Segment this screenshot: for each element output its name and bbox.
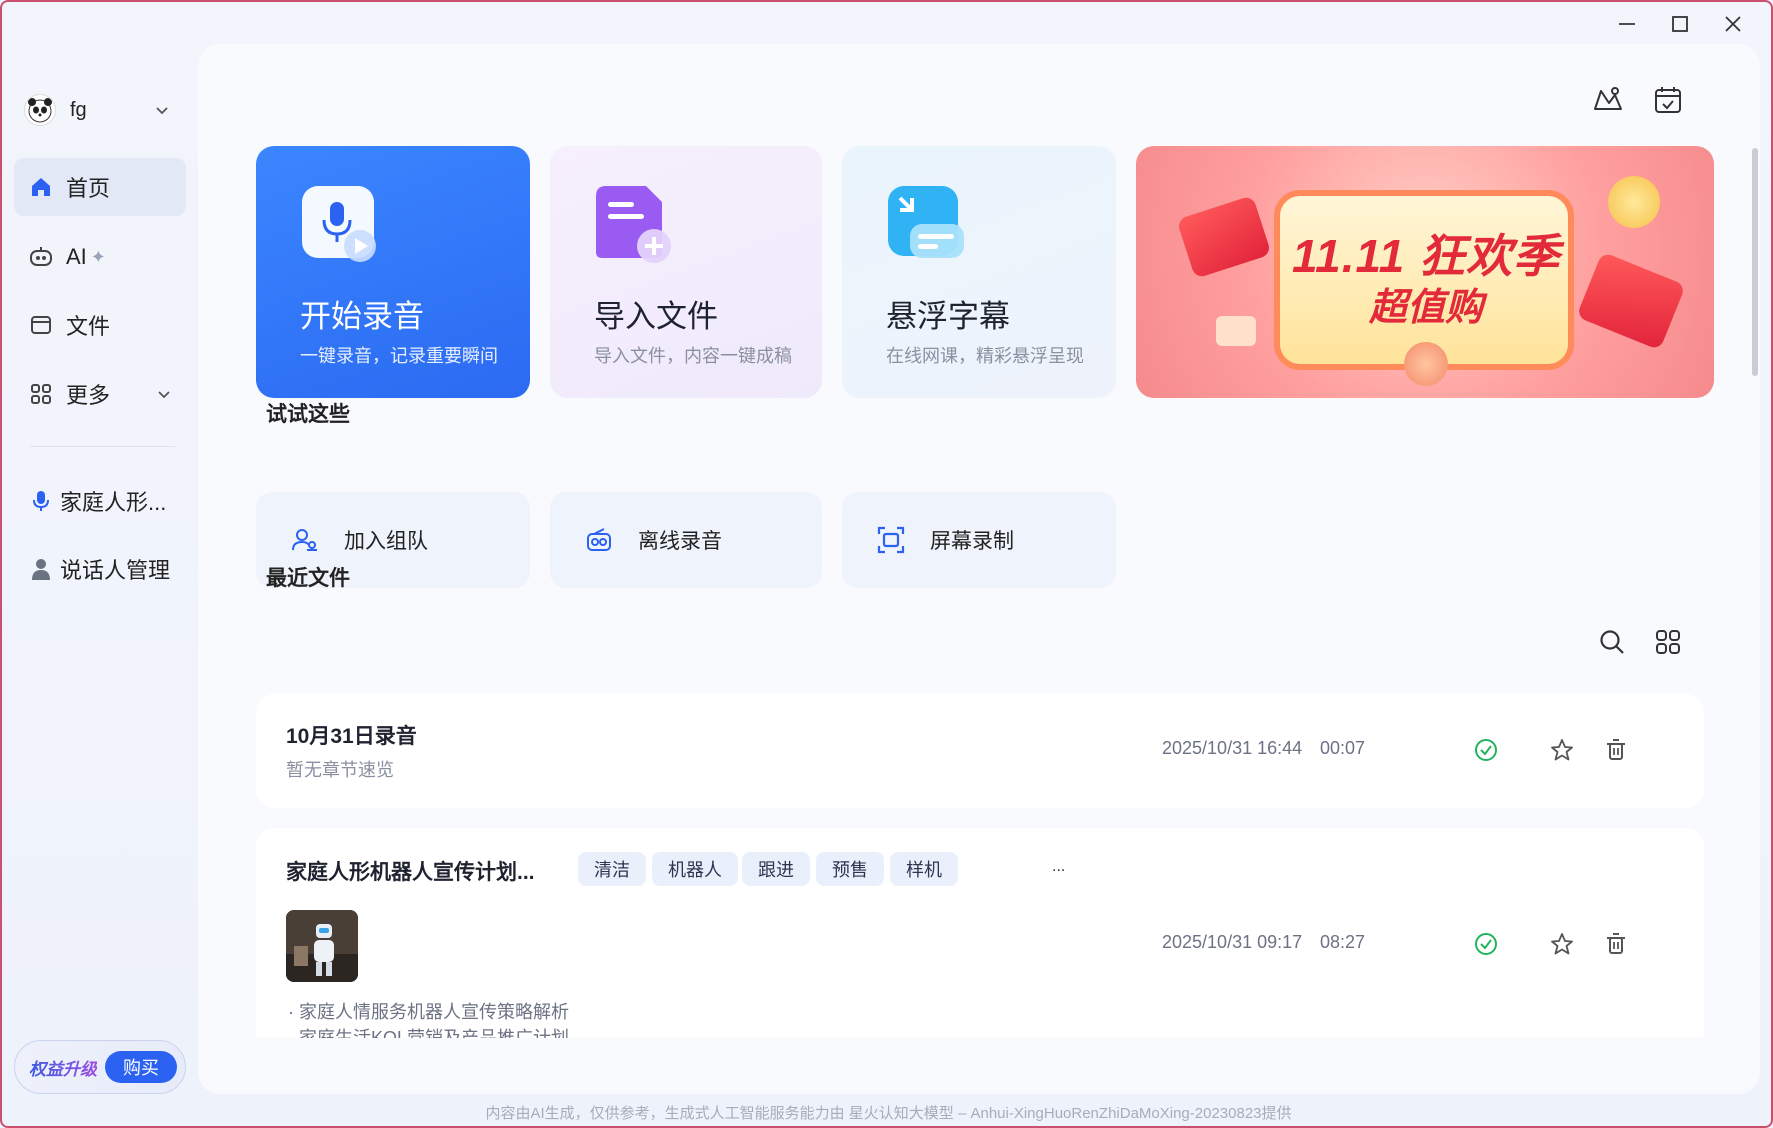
maximize-button[interactable] <box>1660 10 1700 38</box>
promo-banner[interactable]: 11.11 狂欢季 超值购 <box>1136 146 1714 398</box>
card-subtitle: 导入文件，内容一键成稿 <box>594 346 792 366</box>
radio-icon <box>584 525 614 555</box>
recent-section-title: 最近文件 <box>266 567 350 590</box>
file-tag[interactable]: 机器人 <box>652 852 738 886</box>
transcribed-check-icon <box>1472 736 1500 764</box>
sketch-icon[interactable] <box>1588 80 1628 120</box>
coin-image <box>1608 176 1660 228</box>
ai-disclaimer: 内容由AI生成，仅供参考，生成式人工智能服务能力由 星火认知大模型 – Anhu… <box>485 1105 1292 1122</box>
screen-record-icon <box>876 525 906 555</box>
chapter-bullet: · 家庭人情服务机器人宣传策略解析 <box>288 1002 569 1022</box>
user-name: fg <box>70 98 87 121</box>
nav-ai-label: AI <box>66 244 87 269</box>
import-app-icon <box>594 184 672 263</box>
card-subtitle: 在线网课，精彩悬浮呈现 <box>886 346 1084 366</box>
file-duration: 08:27 <box>1320 932 1366 952</box>
try-section-title: 试试这些 <box>266 403 350 426</box>
upgrade-banner[interactable]: 权益升级 购买 <box>14 1040 186 1094</box>
grid-view-icon[interactable] <box>1650 624 1686 660</box>
panda-avatar-icon <box>24 94 56 126</box>
file-tag[interactable]: 预售 <box>816 852 884 886</box>
nav-more-label: 更多 <box>66 383 111 408</box>
file-subtitle: 暂无章节速览 <box>286 760 394 780</box>
file-date: 2025/10/31 16:44 <box>1162 738 1303 758</box>
minimize-icon <box>1619 23 1635 25</box>
nav-home[interactable]: 首页 <box>14 158 186 216</box>
import-file-card[interactable]: 导入文件 导入文件，内容一键成稿 <box>550 146 822 398</box>
card-title: 悬浮字幕 <box>886 299 1010 334</box>
scrollbar[interactable] <box>1752 148 1758 376</box>
team-icon <box>290 525 320 555</box>
record-app-icon <box>300 184 378 262</box>
grid-icon <box>28 381 54 407</box>
chapter-text: 家庭人情服务机器人宣传策略解析 <box>299 1002 569 1022</box>
nav-home-label: 首页 <box>66 176 111 201</box>
sidebar-divider <box>30 446 175 447</box>
app-window: fg 首页 AI ✦ 文件 更多 家庭人形... 说话人管理 权益升级 购买 开… <box>0 0 1773 1128</box>
sparkle-icon: ✦ <box>90 246 106 267</box>
subtitle-app-icon <box>886 184 964 262</box>
screen-record-button[interactable]: 屏幕录制 <box>842 492 1116 588</box>
nav-more[interactable]: 更多 <box>14 365 186 423</box>
offline-recording-label: 离线录音 <box>638 530 722 553</box>
ear-logo-icon <box>1404 342 1448 386</box>
file-row[interactable]: 10月31日录音 暂无章节速览 2025/10/31 16:44 00:07 <box>256 694 1704 808</box>
trash-icon[interactable] <box>1602 930 1630 958</box>
join-team-label: 加入组队 <box>344 530 428 553</box>
person-icon <box>28 556 54 582</box>
ticket-image <box>1216 316 1256 346</box>
card-title: 导入文件 <box>594 299 718 334</box>
microphone-icon <box>28 488 54 514</box>
list-bottom-mask <box>198 1038 1760 1094</box>
more-tags[interactable]: ... <box>1052 858 1065 876</box>
card-subtitle: 一键录音，记录重要瞬间 <box>300 346 498 366</box>
offline-recording-button[interactable]: 离线录音 <box>550 492 822 588</box>
chevron-down-icon <box>156 107 168 115</box>
minimize-button[interactable] <box>1607 10 1647 38</box>
sidebar: fg 首页 AI ✦ 文件 更多 家庭人形... 说话人管理 权益升级 购买 <box>2 2 197 1126</box>
file-tag[interactable]: 清洁 <box>578 852 646 886</box>
file-duration: 00:07 <box>1320 738 1366 758</box>
robot-thumbnail-image <box>286 910 358 982</box>
file-tag[interactable]: 跟进 <box>742 852 810 886</box>
folder-icon <box>28 312 54 338</box>
floating-subtitle-card[interactable]: 悬浮字幕 在线网课，精彩悬浮呈现 <box>842 146 1116 398</box>
user-menu[interactable]: fg <box>24 90 174 130</box>
trash-icon[interactable] <box>1602 736 1630 764</box>
shortcut-speaker-label: 说话人管理 <box>60 558 171 583</box>
file-date: 2025/10/31 09:17 <box>1162 932 1303 952</box>
ai-robot-icon <box>28 244 54 270</box>
nav-ai[interactable]: AI ✦ <box>14 228 186 286</box>
start-recording-card[interactable]: 开始录音 一键录音，记录重要瞬间 <box>256 146 530 398</box>
screen-record-label: 屏幕录制 <box>930 530 1014 553</box>
close-icon <box>1725 16 1741 32</box>
file-title: 家庭人形机器人宣传计划... <box>286 861 535 884</box>
search-icon[interactable] <box>1594 624 1630 660</box>
close-button[interactable] <box>1713 10 1753 38</box>
transcribed-check-icon <box>1472 930 1500 958</box>
home-icon <box>28 174 54 200</box>
shortcut-recording[interactable]: 家庭人形... <box>14 472 186 530</box>
upgrade-label: 权益升级 <box>29 1055 97 1080</box>
shortcut-speaker-management[interactable]: 说话人管理 <box>14 540 186 598</box>
buy-button[interactable]: 购买 <box>105 1051 177 1083</box>
card-title: 开始录音 <box>300 299 424 334</box>
promo-subtitle: 超值购 <box>1368 287 1483 329</box>
red-envelope-image <box>1576 251 1686 351</box>
main-panel: 开始录音 一键录音，记录重要瞬间 导入文件 导入文件，内容一键成稿 悬浮字幕 在… <box>198 44 1760 1094</box>
star-icon[interactable] <box>1548 736 1576 764</box>
red-envelope-image <box>1176 195 1272 279</box>
file-tag[interactable]: 样机 <box>890 852 958 886</box>
nav-files[interactable]: 文件 <box>14 296 186 354</box>
star-icon[interactable] <box>1548 930 1576 958</box>
chevron-down-icon <box>158 391 170 399</box>
shortcut-recording-label: 家庭人形... <box>60 490 167 515</box>
calendar-check-icon[interactable] <box>1648 80 1688 120</box>
file-title: 10月31日录音 <box>286 725 417 748</box>
maximize-icon <box>1672 16 1688 32</box>
nav-files-label: 文件 <box>66 314 111 339</box>
